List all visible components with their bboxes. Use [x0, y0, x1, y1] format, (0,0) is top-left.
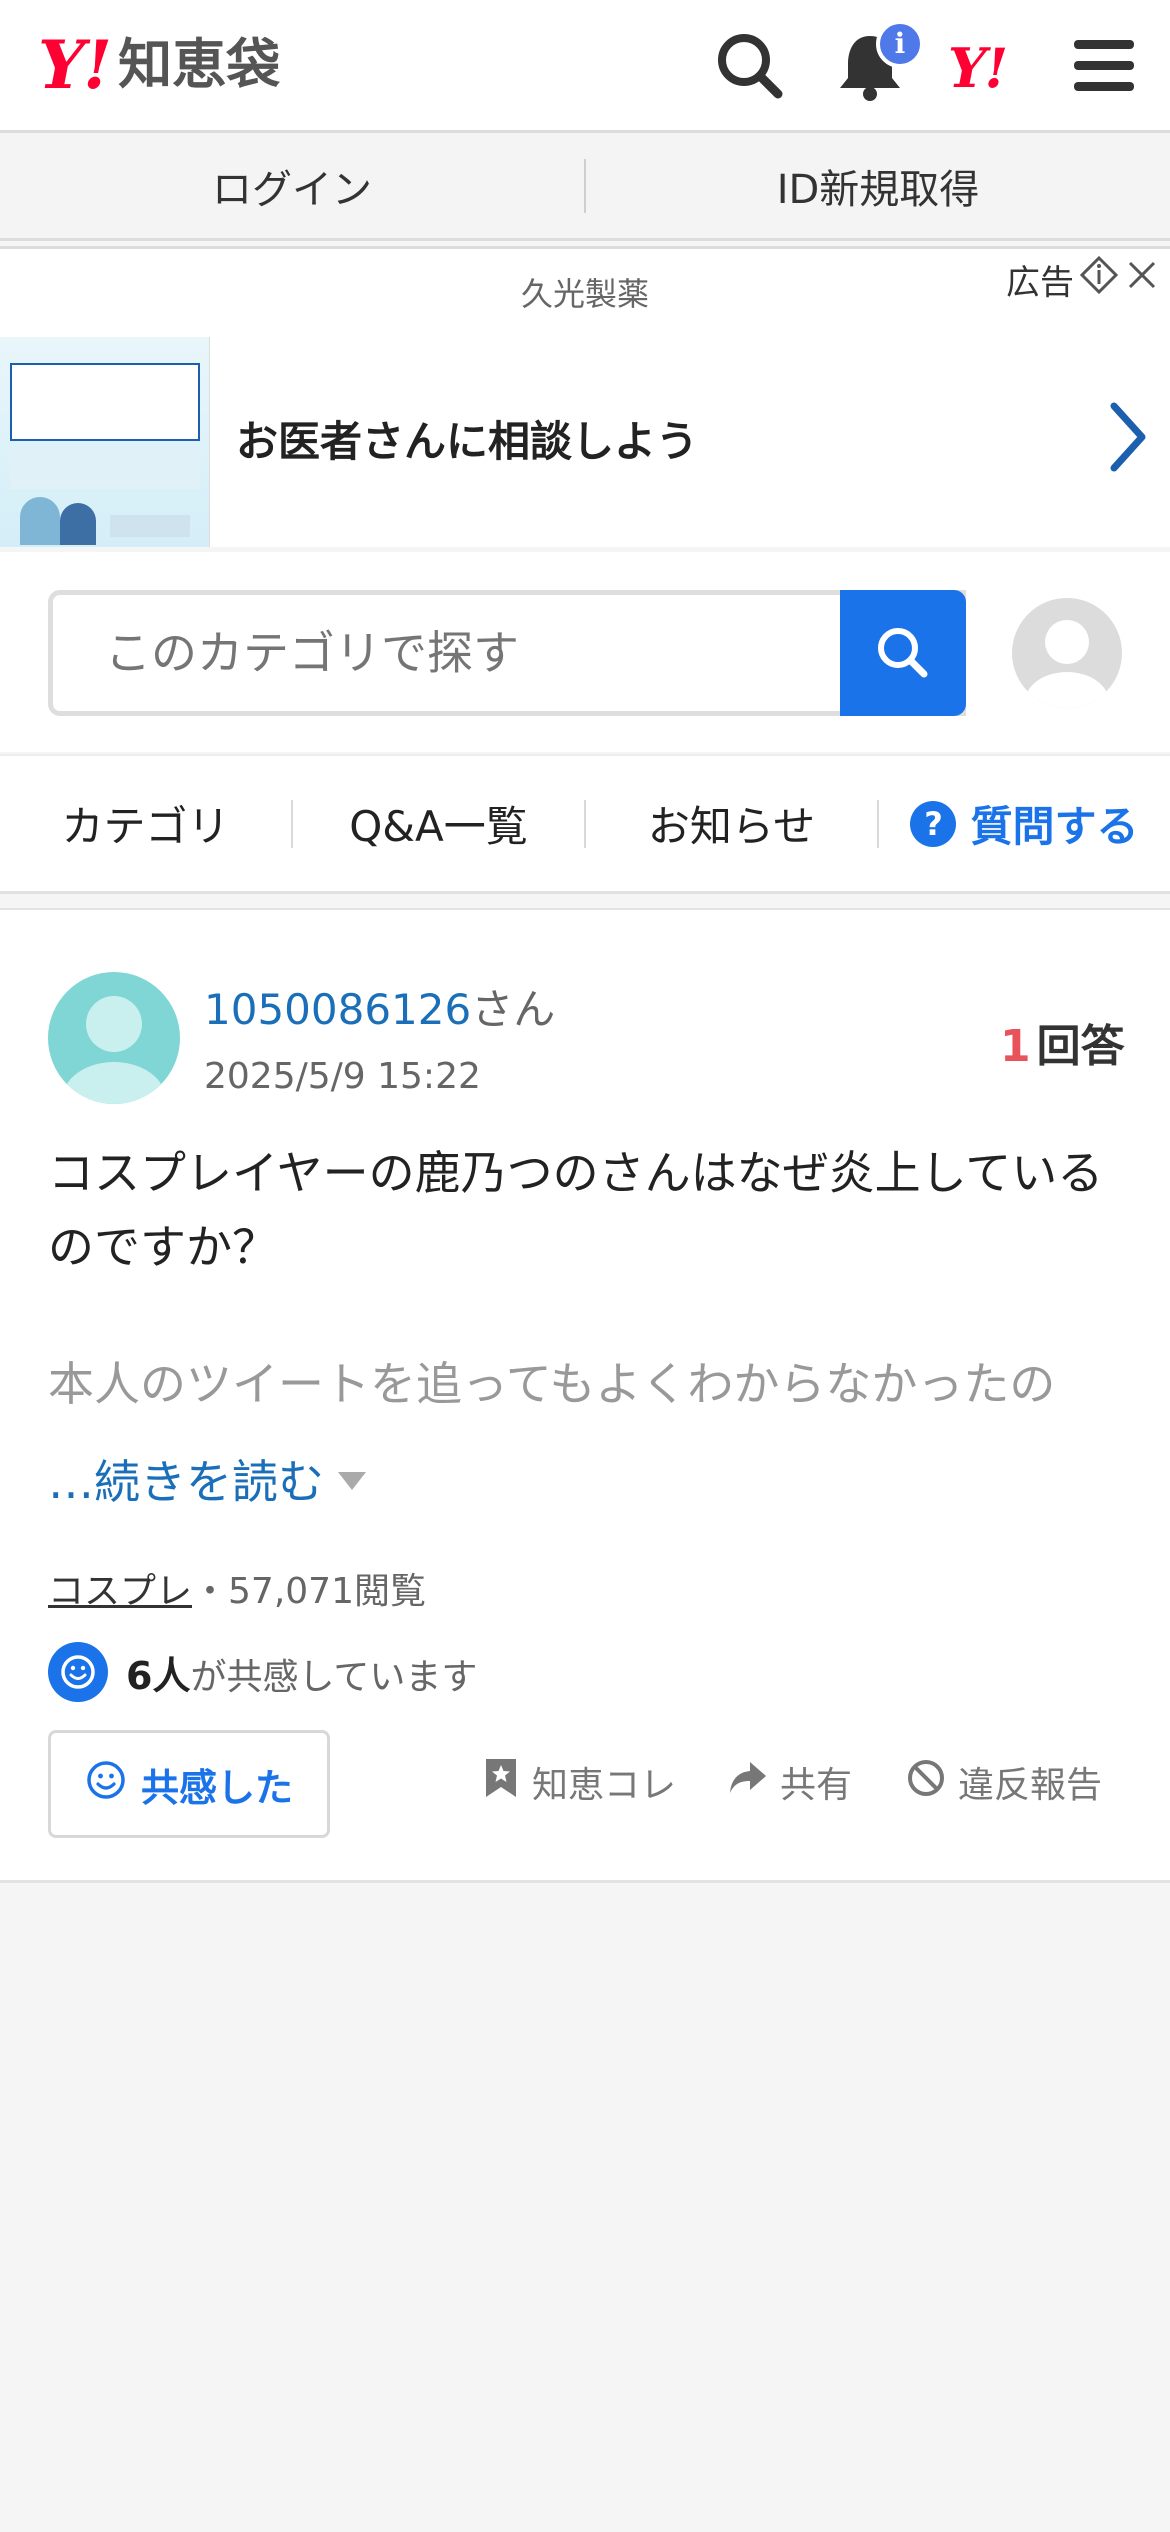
bookmark-star-icon	[482, 1757, 520, 1808]
yahoo-chiebukuro-logo[interactable]: Y! 知恵袋	[38, 30, 280, 100]
login-link[interactable]: ログイン	[0, 157, 584, 215]
share-label: 共有	[780, 1765, 853, 1806]
logo-text: 知恵袋	[118, 33, 281, 96]
empathy-text: が共感しています	[190, 1656, 478, 1698]
search-box[interactable]	[48, 590, 966, 716]
view-count: ・57,071閲覧	[192, 1571, 426, 1612]
save-chiecolle-button[interactable]: 知恵コレ	[482, 1756, 676, 1808]
search-section	[0, 552, 1170, 752]
category-nav: カテゴリ Q&A一覧 お知らせ ? 質問する	[0, 754, 1170, 894]
ad-image-caption-box	[10, 363, 200, 441]
chevron-right-icon[interactable]	[1106, 400, 1150, 478]
ad-image-person	[20, 497, 60, 545]
question-mark-icon: ?	[910, 800, 957, 847]
tab-notices[interactable]: お知らせ	[586, 793, 877, 854]
asker-id[interactable]: 1050086126	[204, 985, 471, 1034]
triangle-down-icon	[338, 1472, 366, 1490]
register-link[interactable]: ID新規取得	[586, 157, 1170, 215]
answer-count-label: 回答	[1036, 1021, 1125, 1072]
ad-thumbnail-image[interactable]	[0, 337, 210, 547]
read-more-link[interactable]: …続きを読む	[48, 1446, 366, 1512]
notification-badge: i	[876, 20, 924, 68]
read-more-label: …続きを読む	[48, 1455, 324, 1509]
report-label: 違反報告	[958, 1765, 1103, 1806]
question-card: 1050086126さん 2025/5/9 15:22 1 回答 コスプレイヤーの…	[0, 908, 1170, 1883]
asker-honorific: さん	[471, 985, 556, 1034]
category-link[interactable]: コスプレ	[48, 1571, 192, 1612]
ad-label[interactable]: 広告	[1006, 255, 1160, 304]
answer-count[interactable]: 1 回答	[1000, 1010, 1125, 1074]
search-icon[interactable]	[712, 28, 788, 104]
smile-outline-icon	[85, 1759, 127, 1810]
search-button[interactable]	[840, 590, 966, 716]
login-bar: ログイン ID新規取得	[0, 133, 1170, 241]
empathy-count: 6人	[126, 1653, 191, 1698]
search-input[interactable]	[105, 595, 865, 711]
report-button[interactable]: 違反報告	[906, 1756, 1102, 1808]
ask-question-button[interactable]: ? 質問する	[879, 793, 1170, 854]
ad-label-text: 広告	[1006, 263, 1074, 303]
ad-image-product	[110, 515, 190, 537]
ad-sponsor: 久光製薬	[520, 275, 649, 313]
ad-image-person	[60, 503, 96, 545]
asker-name[interactable]: 1050086126さん	[204, 976, 555, 1037]
empathy-summary: 6人が共感しています	[48, 1642, 477, 1702]
asker-avatar[interactable]	[48, 972, 180, 1104]
advertisement: 久光製薬 広告 お医者さんに相談しよう	[0, 246, 1170, 547]
app-header: Y! 知恵袋 i Y!	[0, 0, 1170, 133]
hamburger-menu-icon[interactable]	[1066, 28, 1142, 104]
smile-icon	[48, 1642, 108, 1702]
share-arrow-icon	[728, 1760, 768, 1805]
empathy-button[interactable]: 共感した	[48, 1730, 330, 1838]
ad-title[interactable]: お医者さんに相談しよう	[236, 337, 698, 547]
post-date: 2025/5/9 15:22	[204, 1056, 481, 1097]
empathy-button-label: 共感した	[140, 1765, 293, 1810]
ask-question-label: 質問する	[970, 802, 1139, 851]
question-title: コスプレイヤーの鹿乃つのさんはなぜ炎上しているのですか？	[48, 1146, 1104, 1274]
question-body-preview: 本人のツイートを追ってもよくわからなかったの	[48, 1357, 1056, 1411]
ad-image-text-band	[10, 449, 200, 489]
share-button[interactable]: 共有	[728, 1756, 852, 1808]
yahoo-japan-icon[interactable]: Y!	[948, 36, 1008, 100]
prohibited-icon	[906, 1758, 946, 1807]
save-label: 知恵コレ	[532, 1765, 677, 1806]
tab-category[interactable]: カテゴリ	[0, 793, 291, 854]
ad-close-icon[interactable]	[1124, 257, 1160, 302]
ad-info-icon[interactable]	[1079, 255, 1119, 303]
question-meta: コスプレ・57,071閲覧	[48, 1562, 426, 1614]
tab-qa-list[interactable]: Q&A一覧	[293, 793, 584, 854]
logo-y-mark: Y!	[38, 26, 112, 104]
user-avatar[interactable]	[1012, 598, 1122, 708]
answer-count-number: 1	[1000, 1021, 1031, 1072]
